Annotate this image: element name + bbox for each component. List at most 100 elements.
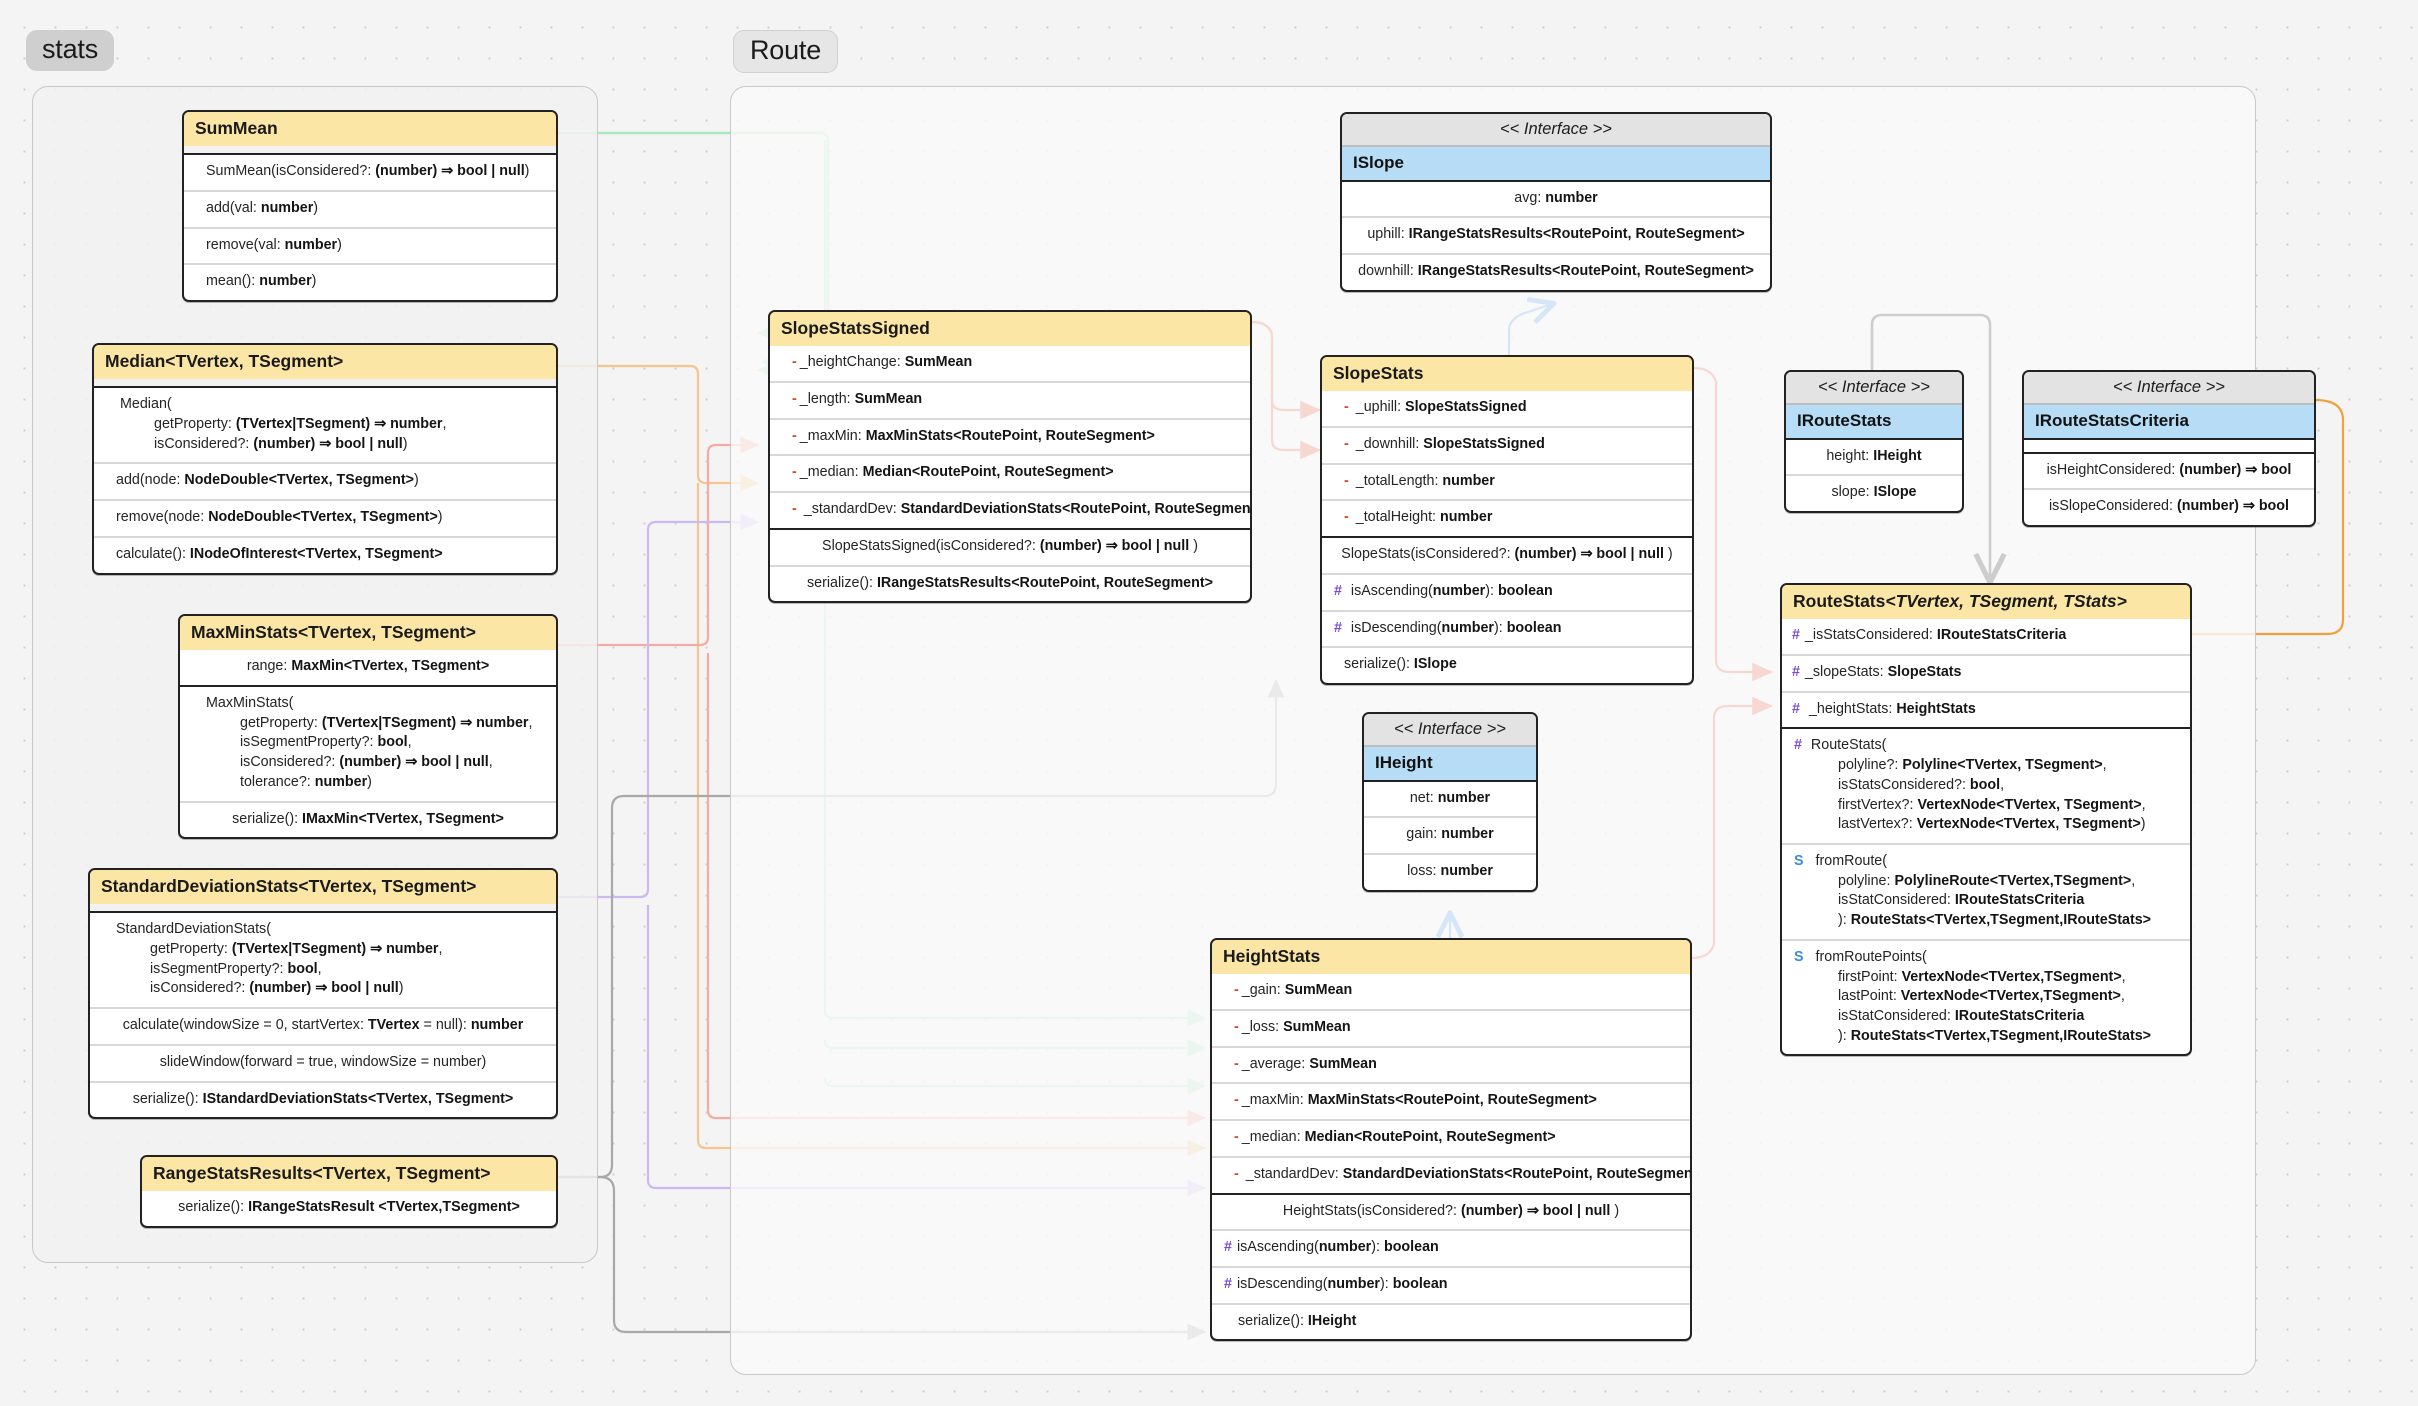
method-row: S fromRoute( polyline: PolylineRoute<TVe…	[1782, 843, 2190, 939]
class-title: RouteStats<TVertex, TSegment, TStats>	[1782, 585, 2190, 620]
package-stats-label: stats	[26, 30, 115, 71]
interface-name: ISlope	[1342, 145, 1770, 182]
class-height-stats[interactable]: HeightStats - _gain: SumMean - _loss: SumM…	[1210, 938, 1692, 1342]
method-row: # isAscending(number): boolean	[1212, 1229, 1690, 1266]
method-row: remove(node: NodeDouble<TVertex, TSegmen…	[94, 499, 556, 536]
class-title: MaxMinStats<TVertex, TSegment>	[180, 616, 556, 651]
class-title: Median<TVertex, TSegment>	[94, 345, 556, 380]
methods-compartment: # RouteStats( polyline?: Polyline<TVerte…	[1782, 729, 2190, 1054]
attributes-compartment: # _isStatsConsidered: IRouteStatsCriteria…	[1782, 619, 2190, 730]
attribute-row: - _maxMin: MaxMinStats<RoutePoint, RouteS…	[770, 417, 1250, 455]
package-route-label: Route	[733, 30, 839, 73]
method-row: add(val: number)	[184, 189, 556, 227]
class-slope-stats[interactable]: SlopeStats - _uphill: SlopeStatsSigned -…	[1320, 355, 1694, 685]
attribute-row: - _maxMin: MaxMinStats<RoutePoint, RouteS…	[1212, 1082, 1690, 1119]
methods-compartment: SlopeStatsSigned(isConsidered?: (number)…	[770, 530, 1250, 601]
members-compartment: isHeightConsidered: (number) ⇒ bool isSl…	[2024, 454, 2314, 525]
method-row: MaxMinStats( getProperty: (TVertex|TSegm…	[206, 694, 533, 790]
stereotype-label: << Interface >>	[1342, 114, 1770, 146]
empty-compartment	[2024, 439, 2314, 454]
methods-compartment: StandardDeviationStats( getProperty: (TV…	[90, 913, 556, 1117]
empty-attributes-compartment	[90, 904, 556, 914]
members-compartment: height: IHeight slope: ISlope	[1786, 440, 1962, 511]
method-row: SlopeStatsSigned(isConsidered?: (number)…	[822, 537, 1198, 554]
attribute-row: - _heightChange: SumMean	[792, 354, 973, 371]
method-row: calculate(): INodeOfInterest<TVertex, TS…	[94, 535, 556, 573]
attribute-row: # _heightStats: HeightStats	[1782, 690, 2190, 728]
empty-attributes-compartment	[184, 146, 556, 156]
attribute-row: - _totalHeight: number	[1322, 499, 1692, 536]
methods-compartment: SlopeStats(isConsidered?: (number) ⇒ boo…	[1322, 538, 1692, 683]
member-row: uphill: IRangeStatsResults<RoutePoint, R…	[1342, 216, 1770, 253]
class-title: RangeStatsResults<TVertex, TSegment>	[142, 1157, 556, 1192]
attribute-row: - _downhill: SlopeStatsSigned	[1322, 425, 1692, 463]
interface-iroute-stats[interactable]: << Interface >> IRouteStats height: IHei…	[1784, 370, 1964, 514]
members-compartment: avg: number uphill: IRangeStatsResults<R…	[1342, 182, 1770, 290]
methods-compartment: SumMean(isConsidered?: (number) ⇒ bool |…	[184, 155, 556, 300]
class-sum-mean[interactable]: SumMean SumMean(isConsidered?: (number) …	[182, 110, 558, 303]
method-row: # isDescending(number): boolean	[1212, 1266, 1690, 1303]
method-row: serialize(): ISlope	[1322, 646, 1692, 683]
method-row: mean(): number)	[184, 263, 556, 300]
member-row: gain: number	[1364, 816, 1536, 853]
method-row: serialize(): IStandardDeviationStats<TVe…	[90, 1080, 556, 1118]
stereotype-label: << Interface >>	[2024, 372, 2314, 404]
method-row: StandardDeviationStats( getProperty: (TV…	[116, 921, 443, 997]
method-row: add(node: NodeDouble<TVertex, TSegment>)	[94, 462, 556, 499]
stereotype-label: << Interface >>	[1364, 714, 1536, 746]
class-standard-deviation-stats[interactable]: StandardDeviationStats<TVertex, TSegment…	[88, 868, 558, 1120]
class-title: SlopeStatsSigned	[770, 312, 1250, 347]
attribute-row: - _average: SumMean	[1212, 1045, 1690, 1083]
interface-iheight[interactable]: << Interface >> IHeight net: number gain…	[1362, 712, 1538, 892]
attribute-row: - _uphill: SlopeStatsSigned	[1344, 399, 1527, 416]
attribute-row: - _standardDev: StandardDeviationStats<R…	[1212, 1155, 1690, 1193]
methods-compartment: serialize(): IRangeStatsResult <TVertex,…	[142, 1191, 556, 1226]
class-max-min-stats[interactable]: MaxMinStats<TVertex, TSegment> range: Ma…	[178, 614, 558, 840]
class-title: HeightStats	[1212, 940, 1690, 975]
method-row: serialize(): IHeight	[1212, 1302, 1690, 1340]
stereotype-label: << Interface >>	[1786, 372, 1962, 404]
attributes-compartment: - _gain: SumMean - _loss: SumMean - _averag…	[1212, 974, 1690, 1195]
member-row: net: number	[1409, 789, 1491, 806]
method-row: # isDescending(number): boolean	[1322, 609, 1692, 647]
method-row: Median( getProperty: (TVertex|TSegment) …	[120, 396, 447, 452]
method-row: remove(val: number)	[184, 226, 556, 264]
class-title: SumMean	[184, 112, 556, 147]
attribute-row: - _loss: SumMean	[1212, 1008, 1690, 1046]
method-row: # RouteStats( polyline?: Polyline<TVerte…	[1794, 737, 2146, 833]
attribute-row: - _length: SumMean	[770, 380, 1250, 418]
attribute-row: - _gain: SumMean	[1234, 982, 1353, 999]
member-row: height: IHeight	[1826, 447, 1922, 464]
interface-islope[interactable]: << Interface >> ISlope avg: number uphil…	[1340, 112, 1772, 292]
methods-compartment: Median( getProperty: (TVertex|TSegment) …	[94, 388, 556, 572]
class-median[interactable]: Median<TVertex, TSegment> Median( getPro…	[92, 343, 558, 575]
interface-name: IHeight	[1364, 745, 1536, 782]
attributes-compartment: - _uphill: SlopeStatsSigned - _downhill:…	[1322, 391, 1692, 539]
class-range-stats-results[interactable]: RangeStatsResults<TVertex, TSegment> ser…	[140, 1155, 558, 1228]
member-row: downhill: IRangeStatsResults<RoutePoint,…	[1342, 253, 1770, 290]
methods-compartment: HeightStats(isConsidered?: (number) ⇒ bo…	[1212, 1195, 1690, 1340]
member-row: isSlopeConsidered: (number) ⇒ bool	[2024, 488, 2314, 525]
method-row: SlopeStats(isConsidered?: (number) ⇒ boo…	[1341, 546, 1673, 563]
class-route-stats[interactable]: RouteStats<TVertex, TSegment, TStats> # _…	[1780, 583, 2192, 1057]
member-row: slope: ISlope	[1786, 474, 1962, 511]
class-title: SlopeStats	[1322, 357, 1692, 392]
method-row: serialize(): IRangeStatsResult <TVertex,…	[178, 1199, 520, 1216]
member-row: loss: number	[1364, 853, 1536, 890]
method-row: HeightStats(isConsidered?: (number) ⇒ bo…	[1282, 1202, 1620, 1219]
method-row: serialize(): IMaxMin<TVertex, TSegment>	[180, 800, 556, 838]
method-row: serialize(): IRangeStatsResults<RoutePoi…	[770, 564, 1250, 602]
attribute-row: - _median: Median<RoutePoint, RouteSegmen…	[770, 454, 1250, 491]
class-slope-stats-signed[interactable]: SlopeStatsSigned - _heightChange: SumMean…	[768, 310, 1252, 604]
attribute-row: # _isStatsConsidered: IRouteStatsCriteria	[1792, 627, 2067, 644]
method-row: SumMean(isConsidered?: (number) ⇒ bool |…	[206, 163, 530, 180]
interface-name: IRouteStats	[1786, 403, 1962, 440]
interface-iroute-stats-criteria[interactable]: << Interface >> IRouteStatsCriteria isHe…	[2022, 370, 2316, 528]
interface-name: IRouteStatsCriteria	[2024, 403, 2314, 440]
attribute-row: - _totalLength: number	[1322, 462, 1692, 500]
method-row: calculate(windowSize = 0, startVertex: T…	[90, 1007, 556, 1044]
attribute-row: # _slopeStats: SlopeStats	[1782, 653, 2190, 691]
attributes-compartment: range: MaxMin<TVertex, TSegment>	[180, 650, 556, 687]
empty-attributes-compartment	[94, 379, 556, 389]
class-title: StandardDeviationStats<TVertex, TSegment…	[90, 870, 556, 905]
